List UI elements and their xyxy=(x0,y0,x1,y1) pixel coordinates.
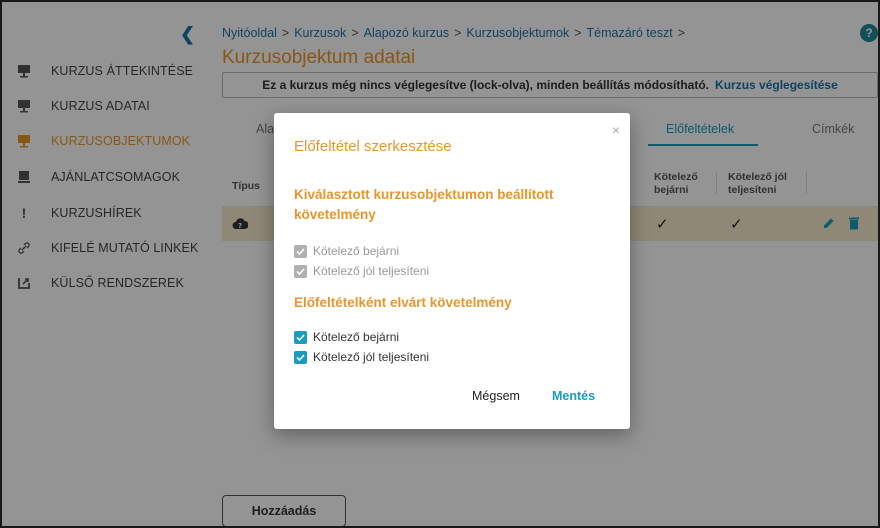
checkbox-checked-disabled xyxy=(294,264,307,278)
checkbox-checked-disabled xyxy=(294,244,307,258)
checkbox-label: Kötelező bejárni xyxy=(313,330,400,344)
section-title-expected-requirement: Előfeltételként elvárt követelmény xyxy=(294,295,512,310)
checkbox-checked[interactable] xyxy=(294,330,307,344)
section-title-selected-requirement: Kiválasztott kurzusobjektumon beállított… xyxy=(294,187,554,222)
cancel-button[interactable]: Mégsem xyxy=(472,389,520,403)
dialog-title: Előfeltétel szerkesztése xyxy=(294,138,452,155)
checkbox-label: Kötelező jól teljesíteni xyxy=(313,264,430,278)
checkbox-selected-kotelezo-jol-teljesiteni: Kötelező jól teljesíteni xyxy=(294,264,429,278)
checkbox-label: Kötelező jól teljesíteni xyxy=(313,350,430,364)
checkbox-label: Kötelező bejárni xyxy=(313,244,400,258)
checkbox-expected-kotelezo-bejarni[interactable]: Kötelező bejárni xyxy=(294,330,399,344)
close-icon[interactable]: × xyxy=(612,122,620,138)
save-button[interactable]: Mentés xyxy=(552,389,595,403)
checkbox-checked[interactable] xyxy=(294,350,307,364)
checkbox-selected-kotelezo-bejarni: Kötelező bejárni xyxy=(294,244,399,258)
checkbox-expected-kotelezo-jol-teljesiteni[interactable]: Kötelező jól teljesíteni xyxy=(294,350,429,364)
prerequisite-edit-dialog: × Előfeltétel szerkesztése Kiválasztott … xyxy=(274,113,630,429)
